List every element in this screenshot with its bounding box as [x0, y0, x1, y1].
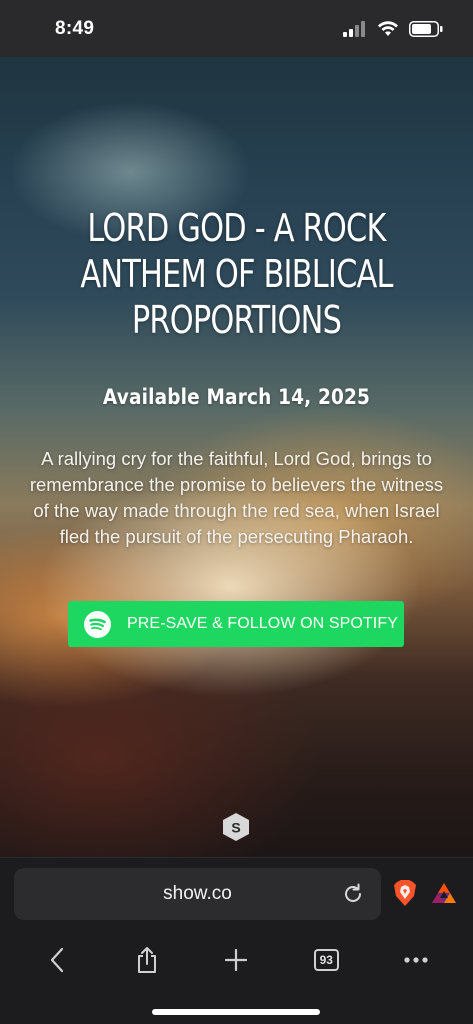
- title-line: PROPORTIONS: [131, 298, 342, 342]
- title-line: ANTHEM OF BIBLICAL: [80, 252, 393, 296]
- logo-letter: S: [231, 820, 240, 836]
- wifi-icon: [378, 20, 398, 36]
- new-tab-button[interactable]: [212, 942, 260, 978]
- presave-spotify-label: PRE-SAVE & FOLLOW ON SPOTIFY: [127, 615, 398, 632]
- browser-bar: show.co 93: [0, 857, 473, 1024]
- tab-count: 93: [313, 949, 339, 971]
- share-icon: [137, 947, 156, 973]
- tabs-button[interactable]: 93: [302, 942, 350, 978]
- release-date: Available March 14, 2025: [102, 385, 371, 409]
- address-bar[interactable]: show.co: [14, 868, 381, 920]
- back-icon: [50, 947, 63, 973]
- browser-toolbar: 93: [0, 940, 473, 980]
- url-text: show.co: [163, 883, 232, 904]
- page-title: LORD GOD - A ROCK ANTHEM OF BIBLICAL PRO…: [47, 205, 425, 343]
- spotify-icon: [84, 610, 111, 638]
- share-button[interactable]: [123, 942, 171, 978]
- presave-spotify-button[interactable]: PRE-SAVE & FOLLOW ON SPOTIFY: [68, 601, 404, 647]
- more-button[interactable]: [392, 942, 440, 978]
- reload-icon[interactable]: [341, 882, 365, 906]
- battery-icon: [409, 20, 443, 37]
- status-time: 8:49: [55, 17, 95, 39]
- home-indicator[interactable]: [152, 1009, 320, 1015]
- hero-background: LORD GOD - A ROCK ANTHEM OF BIBLICAL PRO…: [0, 57, 473, 857]
- back-button[interactable]: [33, 942, 81, 978]
- more-icon: [404, 957, 428, 963]
- title-line: LORD GOD - A ROCK: [87, 206, 386, 250]
- description: A rallying cry for the faithful, Lord Go…: [29, 448, 444, 547]
- show-co-logo[interactable]: S: [223, 813, 249, 841]
- signal-icon: [343, 20, 365, 37]
- status-icons: [343, 20, 443, 37]
- brave-rewards-icon[interactable]: [431, 882, 457, 904]
- plus-icon: [225, 949, 248, 971]
- status-bar: 8:49: [0, 0, 473, 57]
- brave-shields-icon[interactable]: [393, 880, 417, 906]
